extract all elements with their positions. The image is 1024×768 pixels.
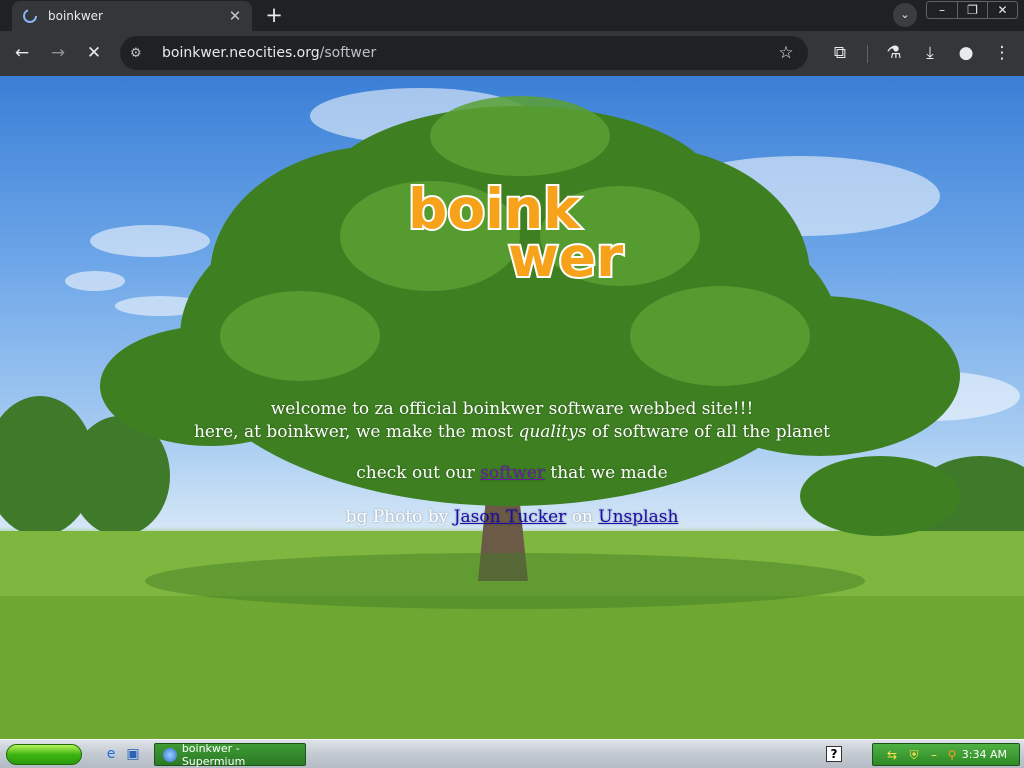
- boinkwer-logo: boink wer: [406, 176, 625, 286]
- url-host: boinkwer.neocities.org: [162, 45, 320, 61]
- browser-toolbar: ← → ✕ ⚙ boinkwer.neocities.org/softwer ☆…: [0, 31, 1024, 76]
- photo-credit: bg Photo by Jason Tucker on Unsplash: [0, 507, 1024, 527]
- start-button[interactable]: [6, 744, 82, 765]
- taskbar-window-supermium[interactable]: boinkwer - Supermium: [154, 741, 306, 768]
- close-window-button[interactable]: ✕: [987, 2, 1017, 18]
- checkout-before: check out our: [356, 463, 475, 483]
- ie-icon[interactable]: e: [102, 745, 120, 763]
- welcome-text: welcome to za official boinkwer software…: [0, 398, 1024, 444]
- minimize-button[interactable]: –: [927, 2, 957, 18]
- tab-boinkwer[interactable]: boinkwer ✕: [12, 1, 252, 31]
- stop-loading-icon[interactable]: ✕: [80, 39, 108, 67]
- url-path: /softwer: [319, 45, 377, 61]
- tab-title: boinkwer: [48, 9, 103, 23]
- loading-spinner-icon: [23, 9, 37, 23]
- clock[interactable]: 3:34 AM: [962, 748, 1007, 761]
- toolbar-separator: [867, 45, 868, 63]
- address-bar[interactable]: ⚙ boinkwer.neocities.org/softwer ☆: [120, 36, 808, 70]
- help-icon[interactable]: ?: [826, 746, 842, 762]
- volume-icon[interactable]: –: [927, 748, 941, 762]
- site-info-icon[interactable]: ⚙: [130, 46, 150, 61]
- extensions-icon[interactable]: ⧉: [826, 39, 854, 67]
- welcome-emphasis: qualitys: [518, 422, 587, 442]
- credit-before: bg Photo by: [345, 507, 449, 527]
- taskbar-window-title: boinkwer - Supermium: [181, 741, 246, 768]
- taskbar: e ▣ boinkwer - Supermium ? ⇆ ⛨ – ⚲ 3:34 …: [0, 739, 1024, 768]
- restore-button[interactable]: ❐: [957, 2, 987, 18]
- search-magnifier-icon[interactable]: ⚲: [945, 748, 959, 762]
- tab-close-icon[interactable]: ✕: [226, 7, 244, 25]
- welcome-line1: welcome to za official boinkwer software…: [270, 399, 754, 419]
- system-tray: ⇆ ⛨ – ⚲ 3:34 AM: [872, 743, 1020, 766]
- downloads-icon[interactable]: ⤓: [916, 39, 944, 67]
- labs-flask-icon[interactable]: ⚗: [880, 39, 908, 67]
- checkout-after: that we made: [550, 463, 668, 483]
- softwer-link[interactable]: softwer: [480, 463, 545, 483]
- menu-kebab-icon[interactable]: ⋮: [988, 39, 1016, 67]
- welcome-line2-after: of software of all the planet: [591, 422, 831, 442]
- unsplash-link[interactable]: Unsplash: [598, 507, 678, 527]
- window-controls: – ❐ ✕: [926, 1, 1018, 19]
- tab-strip: boinkwer ✕ + ⌄ – ❐ ✕: [0, 0, 1024, 31]
- forward-arrow-icon[interactable]: →: [44, 39, 72, 67]
- supermium-icon: [163, 747, 177, 762]
- url-text[interactable]: boinkwer.neocities.org/softwer: [162, 45, 774, 61]
- new-tab-button[interactable]: +: [262, 4, 286, 28]
- profile-icon[interactable]: ●: [952, 39, 980, 67]
- photographer-link[interactable]: Jason Tucker: [454, 507, 567, 527]
- show-desktop-icon[interactable]: ▣: [124, 745, 142, 763]
- page-viewport[interactable]: boink wer welcome to za official boinkwe…: [0, 76, 1024, 739]
- security-shield-icon[interactable]: ⛨: [907, 748, 921, 762]
- logo-line2: wer: [508, 225, 623, 286]
- credit-middle: on: [571, 507, 593, 527]
- tab-search-button[interactable]: ⌄: [893, 3, 917, 27]
- welcome-line2-before: here, at boinkwer, we make the most: [193, 422, 514, 442]
- checkout-line: check out our softwer that we made: [0, 463, 1024, 483]
- back-arrow-icon[interactable]: ←: [8, 39, 36, 67]
- network-icon[interactable]: ⇆: [885, 748, 899, 762]
- bookmark-star-icon[interactable]: ☆: [774, 43, 798, 63]
- welcome-line2: here, at boinkwer, we make the most qual…: [0, 421, 1024, 444]
